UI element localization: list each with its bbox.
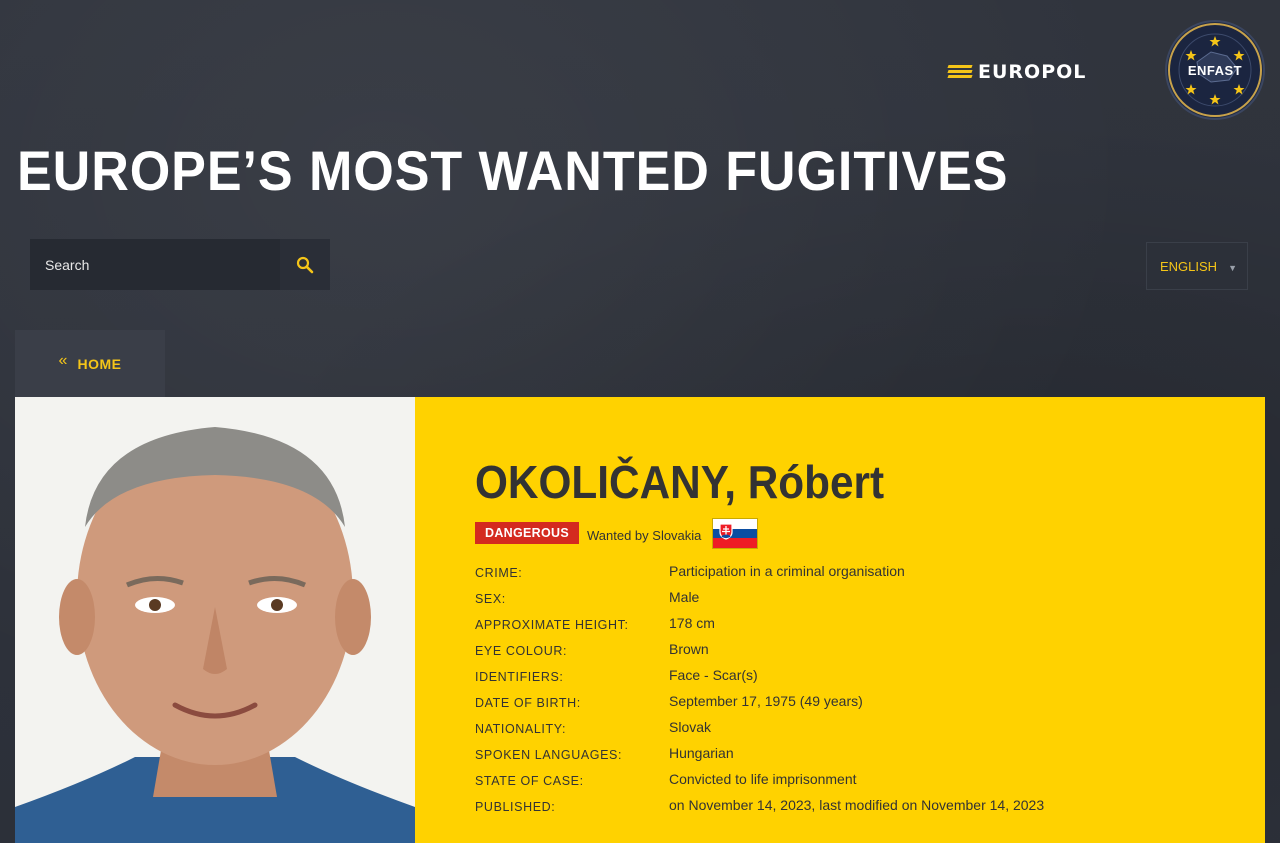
info-value: Brown: [669, 641, 709, 657]
dangerous-badge: DANGEROUS: [475, 522, 579, 544]
info-label: STATE OF CASE:: [475, 774, 584, 788]
info-label: PUBLISHED:: [475, 800, 556, 814]
info-label: IDENTIFIERS:: [475, 670, 564, 684]
info-value: 178 cm: [669, 615, 715, 631]
europol-wordmark: EUROPOL: [978, 61, 1087, 83]
fugitive-name: OKOLIČANY, Róbert: [475, 456, 885, 508]
language-select[interactable]: ENGLISH ▼: [1146, 242, 1248, 290]
fugitive-photo: [15, 397, 415, 843]
home-link[interactable]: « HOME: [15, 330, 165, 397]
enfast-logo[interactable]: ENFAST: [1165, 20, 1265, 120]
search-input[interactable]: [30, 239, 280, 290]
double-chevron-left-icon: «: [58, 351, 68, 369]
info-label: SEX:: [475, 592, 506, 606]
info-label: APPROXIMATE HEIGHT:: [475, 618, 629, 632]
info-value: Hungarian: [669, 745, 734, 761]
info-label: CRIME:: [475, 566, 523, 580]
info-value: Convicted to life imprisonment: [669, 771, 857, 787]
info-value: Face - Scar(s): [669, 667, 758, 683]
enfast-label: ENFAST: [1187, 63, 1243, 78]
info-value: on November 14, 2023, last modified on N…: [669, 797, 1045, 813]
info-label: EYE COLOUR:: [475, 644, 568, 658]
europol-logo[interactable]: EUROPOL: [947, 61, 1124, 83]
info-value: September 17, 1975 (49 years): [669, 693, 863, 709]
info-label: SPOKEN LANGUAGES:: [475, 748, 623, 762]
search-icon: [296, 256, 314, 273]
fugitive-details: OKOLIČANY, Róbert DANGEROUS Wanted by Sl…: [415, 397, 1265, 843]
info-label: DATE OF BIRTH:: [475, 696, 581, 710]
europol-mark-icon: [947, 64, 973, 80]
slovakia-flag-icon: [712, 518, 758, 549]
wanted-by: Wanted by Slovakia: [587, 528, 702, 543]
info-label: NATIONALITY:: [475, 722, 567, 736]
info-value: Male: [669, 589, 700, 605]
home-label: HOME: [77, 355, 122, 372]
search-button[interactable]: [280, 239, 330, 290]
info-value: Slovak: [669, 719, 712, 735]
chevron-down-icon: ▼: [1228, 263, 1237, 273]
page-title: EUROPE’S MOST WANTED FUGITIVES: [17, 139, 1009, 202]
language-selected: ENGLISH: [1160, 258, 1218, 274]
search-box: [30, 239, 330, 290]
info-value: Participation in a criminal organisation: [669, 563, 905, 579]
fugitive-card: OKOLIČANY, Róbert DANGEROUS Wanted by Sl…: [15, 397, 1265, 843]
